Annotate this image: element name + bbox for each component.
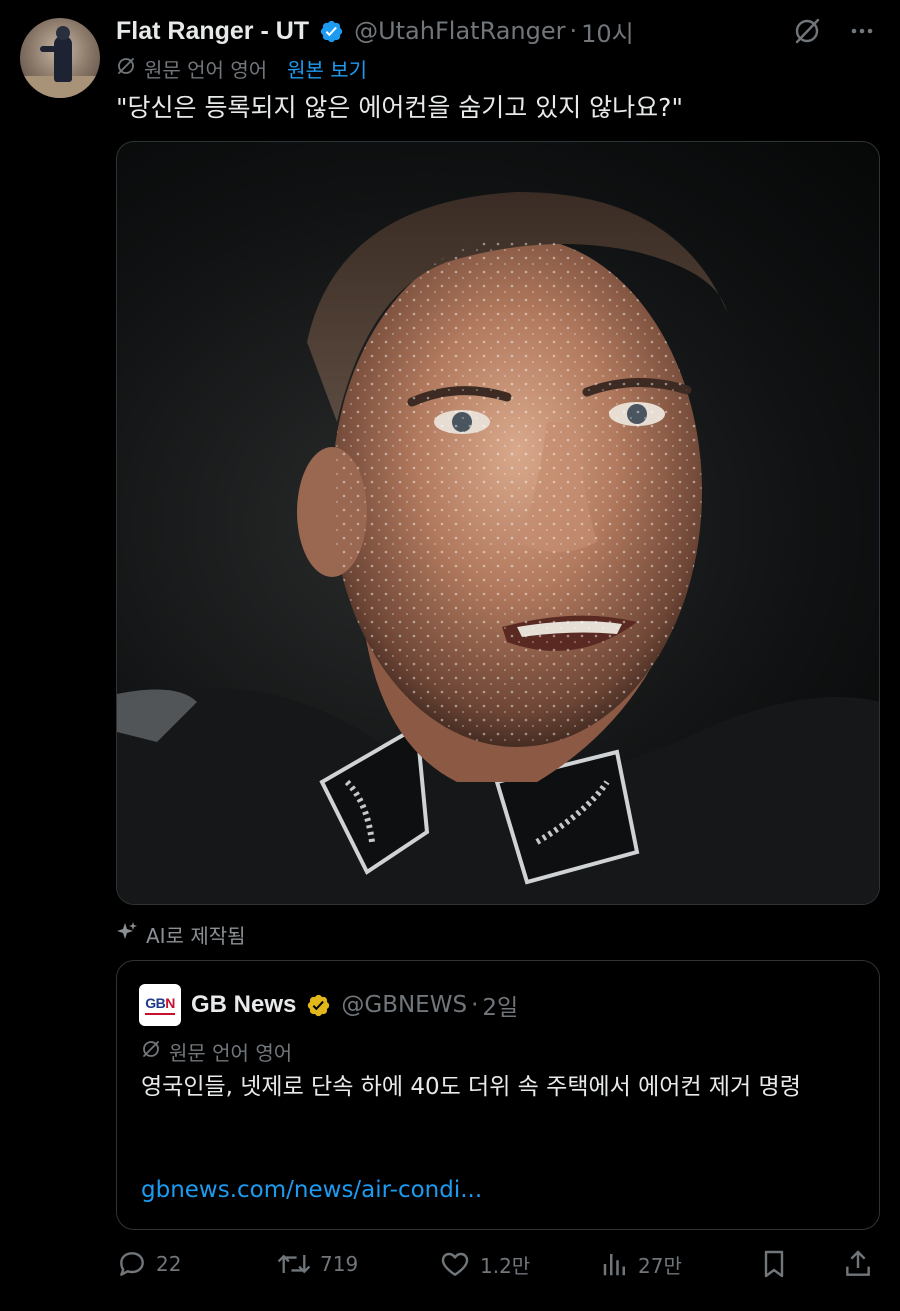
avatar[interactable] xyxy=(20,18,100,98)
more-icon[interactable] xyxy=(845,14,879,48)
bookmark-button[interactable] xyxy=(758,1240,790,1288)
share-button[interactable] xyxy=(842,1240,874,1288)
quote-header: GBN GB News @GBNEWS · 2일 xyxy=(139,983,518,1027)
quote-time[interactable]: 2일 xyxy=(482,988,518,1022)
quote-translation-label: 원문 언어 영어 xyxy=(169,1041,293,1065)
ai-sparkle-icon xyxy=(116,921,138,948)
verified-gold-badge-icon xyxy=(306,993,331,1018)
translate-icon xyxy=(141,1039,161,1064)
share-icon xyxy=(842,1248,874,1280)
ai-generated-text: AI로 제작됨 xyxy=(146,924,246,948)
reply-icon xyxy=(116,1248,148,1280)
reply-count: 22 xyxy=(156,1252,182,1276)
like-icon xyxy=(438,1248,472,1280)
tweet-text: "당신은 등록되지 않은 에어컨을 숨기고 있지 않나요?" xyxy=(116,93,683,122)
tweet: Flat Ranger - UT @UtahFlatRanger · 10시 원… xyxy=(0,0,900,1311)
view-original-link[interactable]: 원본 보기 xyxy=(287,54,367,83)
retweet-button[interactable]: 719 xyxy=(276,1240,358,1288)
bookmark-icon xyxy=(758,1248,790,1280)
tweet-image[interactable] xyxy=(116,141,880,905)
gb-news-logo-text: GBN xyxy=(145,995,175,1011)
translate-icon xyxy=(116,56,136,81)
retweet-icon xyxy=(276,1248,312,1280)
like-button[interactable]: 1.2만 xyxy=(438,1240,530,1288)
verified-badge-icon xyxy=(319,19,344,44)
reply-button[interactable]: 22 xyxy=(116,1240,181,1288)
action-bar: 22 719 1.2만 27만 xyxy=(116,1240,880,1288)
quote-author-name[interactable]: GB News xyxy=(191,991,296,1019)
views-icon xyxy=(600,1248,630,1280)
views-count: 27만 xyxy=(638,1253,682,1278)
grok-icon[interactable] xyxy=(790,14,824,48)
quote-translation-info: 원문 언어 영어 xyxy=(141,1037,292,1066)
quote-author-handle[interactable]: @GBNEWS xyxy=(341,992,467,1018)
quote-tweet[interactable]: GBN GB News @GBNEWS · 2일 원문 언어 영어 영국인들, … xyxy=(116,960,880,1230)
gb-news-avatar[interactable]: GBN xyxy=(139,984,181,1026)
tweet-header: Flat Ranger - UT @UtahFlatRanger · 10시 xyxy=(116,12,634,50)
author-handle[interactable]: @UtahFlatRanger xyxy=(354,17,565,45)
like-count: 1.2만 xyxy=(480,1253,531,1278)
translation-label: 원문 언어 영어 xyxy=(144,58,268,82)
translation-info: 원문 언어 영어 원본 보기 xyxy=(116,54,367,83)
quote-link[interactable]: gbnews.com/news/air-condi... xyxy=(141,1177,482,1203)
retweet-count: 719 xyxy=(320,1252,359,1276)
tweet-time[interactable]: 10시 xyxy=(581,14,634,49)
separator-dot: · xyxy=(569,17,578,45)
quote-text: 영국인들, 넷제로 단속 하에 40도 더위 속 주택에서 에어컨 제거 명령 xyxy=(141,1074,801,1100)
separator-dot: · xyxy=(471,992,479,1018)
author-name[interactable]: Flat Ranger - UT xyxy=(116,17,309,46)
ai-generated-label: AI로 제작됨 xyxy=(116,920,246,949)
views-button[interactable]: 27만 xyxy=(600,1240,682,1288)
